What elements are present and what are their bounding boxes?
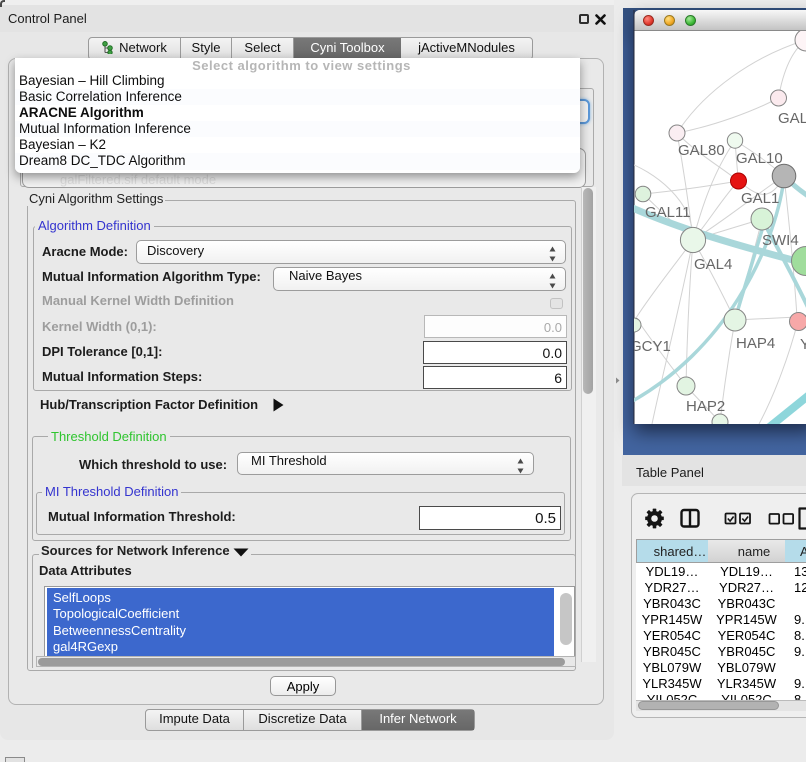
svg-text:SWI4: SWI4 — [762, 232, 799, 249]
svg-text:HAP2: HAP2 — [686, 398, 725, 415]
svg-text:GAL80: GAL80 — [678, 142, 725, 159]
svg-text:GAL4: GAL4 — [694, 256, 732, 273]
svg-text:GAL2: GAL2 — [778, 110, 806, 127]
svg-text:GCY1: GCY1 — [634, 338, 671, 355]
svg-text:GAL1: GAL1 — [741, 190, 779, 207]
svg-text:GAL11: GAL11 — [645, 204, 691, 221]
svg-text:GAL10: GAL10 — [736, 150, 783, 167]
svg-text:HAP4: HAP4 — [736, 335, 775, 352]
svg-text:YD: YD — [800, 336, 806, 353]
